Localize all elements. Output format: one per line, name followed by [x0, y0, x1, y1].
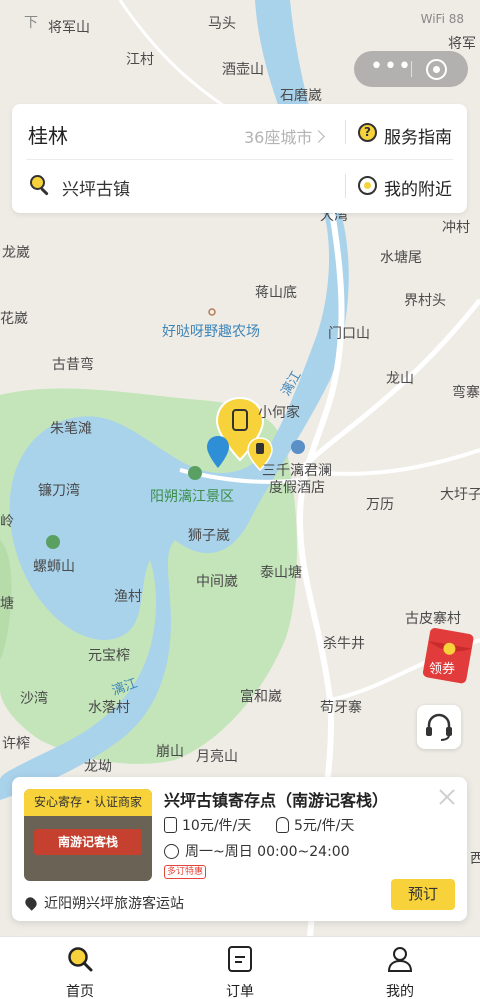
store-card[interactable]: 安心寄存・认证商家 南游记客栈 兴坪古镇寄存点（南游记客栈） 10元/件/天 5…	[12, 777, 467, 921]
order-list-icon	[228, 946, 252, 972]
bag-icon	[276, 817, 289, 833]
place-label: 元宝榨	[88, 648, 130, 664]
tab-profile[interactable]: 我的	[360, 943, 440, 999]
more-icon[interactable]: •••	[370, 56, 411, 81]
place-label: 朱笔滩	[50, 421, 92, 437]
tab-home[interactable]: 首页	[40, 943, 120, 999]
place-label: 江村	[126, 52, 154, 68]
coupon-button[interactable]: 领券	[420, 627, 480, 687]
place-label: 杀牛井	[323, 636, 365, 652]
place-label: 岭	[0, 514, 14, 530]
chevron-right-icon	[312, 130, 326, 143]
place-label: 蒋山底	[255, 285, 297, 301]
store-sign: 南游记客栈	[34, 829, 142, 855]
tab-orders[interactable]: 订单	[200, 943, 280, 999]
luggage-icon	[164, 817, 177, 833]
place-label: 狮子崴	[188, 528, 230, 544]
miniprogram-capsule: •••	[354, 51, 468, 87]
place-label: 镰刀湾	[38, 483, 80, 499]
place-label: 大圩子	[440, 487, 480, 503]
place-label: 古皮寨村	[405, 611, 461, 627]
user-icon	[387, 947, 413, 972]
question-icon: ?	[358, 123, 377, 142]
close-miniprogram-icon[interactable]	[426, 59, 447, 80]
search-card: 桂林 36座城市 ? 服务指南 兴坪古镇 我的附近	[12, 104, 467, 213]
tab-label: 订单	[226, 984, 254, 999]
place-label: 苟牙寨	[320, 700, 362, 716]
search-icon	[30, 175, 50, 196]
price-bag-value: 5元/件/天	[294, 818, 355, 834]
place-label: 许榨	[2, 736, 30, 752]
city-name[interactable]: 桂林	[28, 120, 68, 149]
search-row: 兴坪古镇 我的附近	[12, 160, 467, 213]
place-label: 中间崴	[196, 574, 238, 590]
price-luggage: 10元/件/天	[164, 815, 251, 835]
city-row: 桂林 36座城市 ? 服务指南	[12, 104, 467, 160]
price-bag: 5元/件/天	[276, 815, 354, 835]
place-label: 门口山	[328, 326, 370, 342]
red-packet-icon: 领券	[422, 628, 474, 684]
poi-farm-label[interactable]: 好哒呀野趣农场	[162, 324, 260, 340]
place-label: 酒壶山	[222, 62, 264, 78]
customer-service-button[interactable]	[417, 705, 461, 749]
place-label: 界村头	[404, 293, 446, 309]
place-label: 塘	[0, 596, 14, 612]
place-label: 沙湾	[20, 691, 48, 707]
divider	[345, 120, 346, 144]
place-label: 龙山	[386, 371, 414, 387]
nearby-label: 我的附近	[384, 180, 452, 200]
place-label: 水塘尾	[380, 250, 422, 266]
location-pin-icon	[23, 895, 39, 911]
city-switcher[interactable]: 36座城市	[244, 124, 326, 148]
tab-bar: 首页 订单 我的	[0, 936, 480, 999]
place-label: 渔村	[114, 589, 142, 605]
status-indicators: WiFi 88	[420, 12, 464, 26]
promo-tag: 多订特惠	[164, 865, 207, 879]
store-name: 兴坪古镇寄存点（南游记客栈）	[164, 791, 389, 810]
place-label: 月亮山	[196, 749, 238, 765]
place-label: 花崴	[0, 311, 28, 327]
price-luggage-value: 10元/件/天	[182, 818, 252, 834]
place-label: 古昔弯	[52, 357, 94, 373]
service-guide-label: 服务指南	[384, 128, 452, 148]
tab-label: 首页	[66, 984, 94, 999]
place-label: 龙坳	[84, 759, 112, 775]
place-label: 石磨崴	[280, 88, 322, 104]
tab-label: 我的	[386, 984, 414, 999]
capsule-divider	[411, 61, 412, 77]
headset-icon	[426, 713, 452, 741]
place-label: 螺蛳山	[33, 559, 75, 575]
status-bar: 下 WiFi 88	[0, 0, 480, 42]
book-button[interactable]: 预订	[391, 879, 455, 910]
opening-hours: 周一~周日 00:00~24:00	[164, 841, 350, 861]
clock-icon	[164, 844, 179, 859]
place-label: 龙崴	[2, 245, 30, 261]
search-input[interactable]: 兴坪古镇	[62, 175, 130, 200]
place-label: 西	[470, 851, 480, 867]
address-value: 近阳朔兴坪旅游客运站	[44, 896, 184, 912]
place-label: 小何家	[258, 405, 300, 421]
certified-badge: 安心寄存・认证商家	[24, 789, 152, 816]
place-label: 弯寨	[452, 385, 480, 401]
poi-hotel-label-1[interactable]: 三千漓君澜	[262, 463, 332, 479]
place-label: 万历	[366, 497, 394, 513]
coupon-label: 领券	[429, 661, 455, 677]
location-target-icon	[358, 176, 377, 195]
place-label: 冲村	[442, 220, 470, 236]
place-label: 崩山	[156, 744, 184, 760]
poi-scenic-label[interactable]: 阳朔漓江景区	[150, 489, 234, 505]
status-time: 下	[24, 15, 38, 31]
store-address: 近阳朔兴坪旅游客运站	[23, 893, 184, 913]
place-label: 富和崴	[240, 689, 282, 705]
place-label: 水落村	[88, 700, 130, 716]
place-label: 泰山塘	[260, 565, 302, 581]
search-icon	[68, 947, 93, 972]
city-count-label: 36座城市	[244, 128, 313, 147]
close-icon[interactable]	[437, 787, 457, 807]
hours-value: 周一~周日 00:00~24:00	[185, 844, 350, 860]
poi-hotel-label-2[interactable]: 度假酒店	[269, 480, 325, 496]
divider	[345, 174, 346, 198]
store-photo[interactable]: 安心寄存・认证商家 南游记客栈	[24, 789, 152, 881]
